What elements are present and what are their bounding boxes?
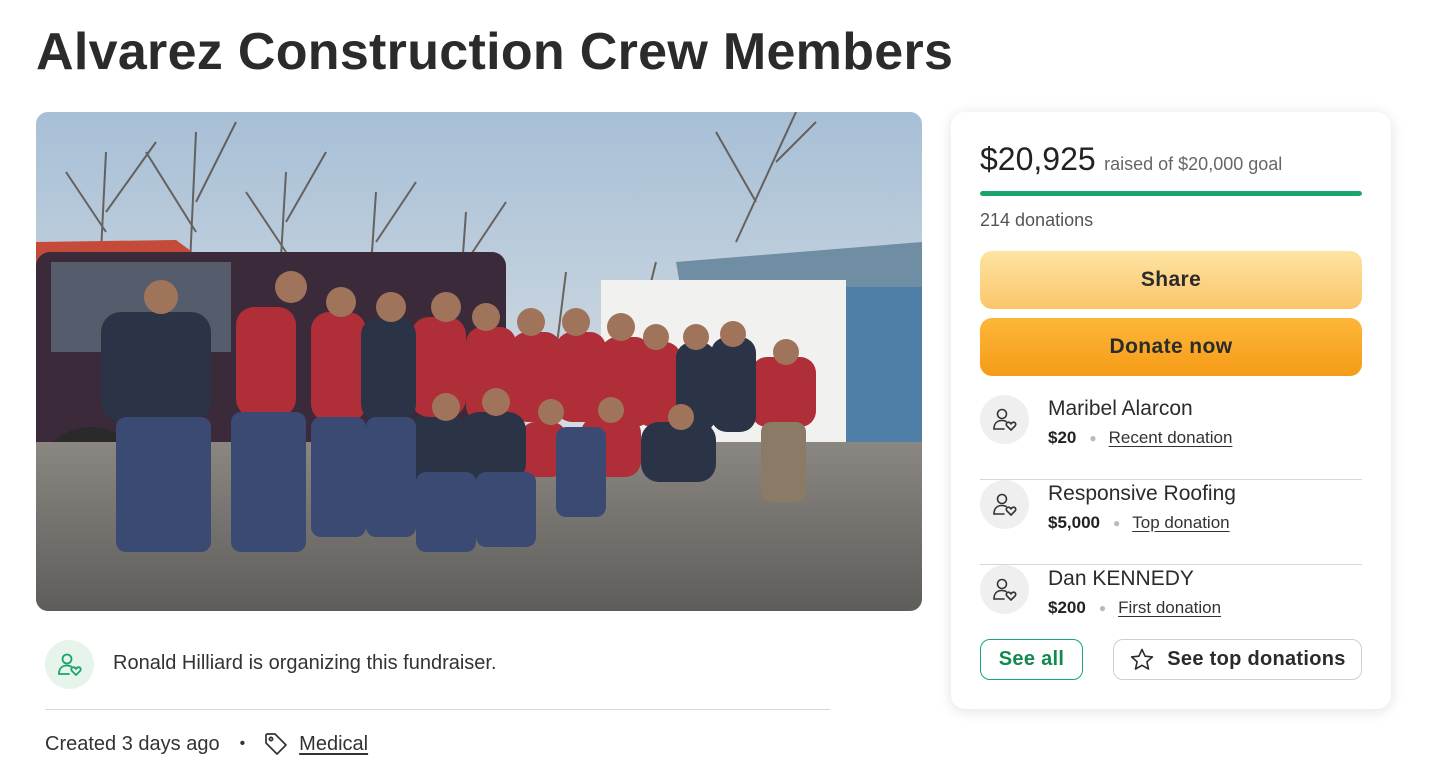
person-heart-icon xyxy=(45,640,94,689)
person-heart-icon xyxy=(980,480,1029,529)
star-icon xyxy=(1129,647,1155,673)
see-all-label: See all xyxy=(998,648,1065,670)
person-heart-icon xyxy=(980,565,1029,614)
donor-name: Dan KENNEDY xyxy=(1048,567,1194,590)
progress-fill xyxy=(980,191,1362,196)
donor-item: Responsive Roofing $5,000 ● Top donation xyxy=(980,480,1362,565)
person-heart-icon xyxy=(980,395,1029,444)
created-date: Created 3 days ago xyxy=(45,732,220,755)
goal-text: raised of $20,000 goal xyxy=(1104,154,1283,174)
see-top-donations-label: See top donations xyxy=(1167,648,1346,670)
organizer-text: Ronald Hilliard is organizing this fundr… xyxy=(113,652,497,674)
bullet-separator: ● xyxy=(1098,601,1107,615)
donation-card: $20,925 raised of $20,000 goal 214 donat… xyxy=(951,112,1391,709)
donation-type-link[interactable]: Top donation xyxy=(1132,513,1229,533)
tag-icon xyxy=(263,731,289,757)
donation-type-link[interactable]: Recent donation xyxy=(1109,428,1233,448)
category-link[interactable]: Medical xyxy=(299,733,368,756)
bullet-separator: ● xyxy=(1113,516,1121,530)
page-title: Alvarez Construction Crew Members xyxy=(36,23,954,81)
share-button[interactable]: Share xyxy=(980,251,1362,309)
organizer-section: Ronald Hilliard is organizing this fundr… xyxy=(45,640,830,710)
see-top-donations-button[interactable]: See top donations xyxy=(1113,639,1362,680)
fundraiser-meta: Created 3 days ago • Medical xyxy=(45,730,368,758)
raised-amount: $20,925 xyxy=(980,141,1096,177)
donor-amount: $20 xyxy=(1048,428,1077,447)
hero-photo xyxy=(36,112,922,611)
donor-name: Responsive Roofing xyxy=(1048,482,1236,505)
donor-detail: $20 ● Recent donation xyxy=(1048,428,1232,448)
donor-amount: $200 xyxy=(1048,598,1086,617)
donor-detail: $200 ● First donation xyxy=(1048,598,1221,618)
donate-now-button[interactable]: Donate now xyxy=(980,318,1362,376)
progress-bar xyxy=(980,191,1362,196)
bullet-separator: ● xyxy=(1089,431,1097,445)
donation-count: 214 donations xyxy=(980,210,1094,230)
donor-item: Maribel Alarcon $20 ● Recent donation xyxy=(980,395,1362,480)
donation-type-link[interactable]: First donation xyxy=(1118,598,1221,618)
donor-detail: $5,000 ● Top donation xyxy=(1048,513,1230,533)
donor-amount: $5,000 xyxy=(1048,513,1100,532)
see-all-button[interactable]: See all xyxy=(980,639,1083,680)
meta-separator: • xyxy=(239,735,246,752)
donor-item: Dan KENNEDY $200 ● First donation xyxy=(980,565,1362,650)
donor-name: Maribel Alarcon xyxy=(1048,397,1193,420)
raised-summary: $20,925 raised of $20,000 goal xyxy=(980,141,1282,178)
